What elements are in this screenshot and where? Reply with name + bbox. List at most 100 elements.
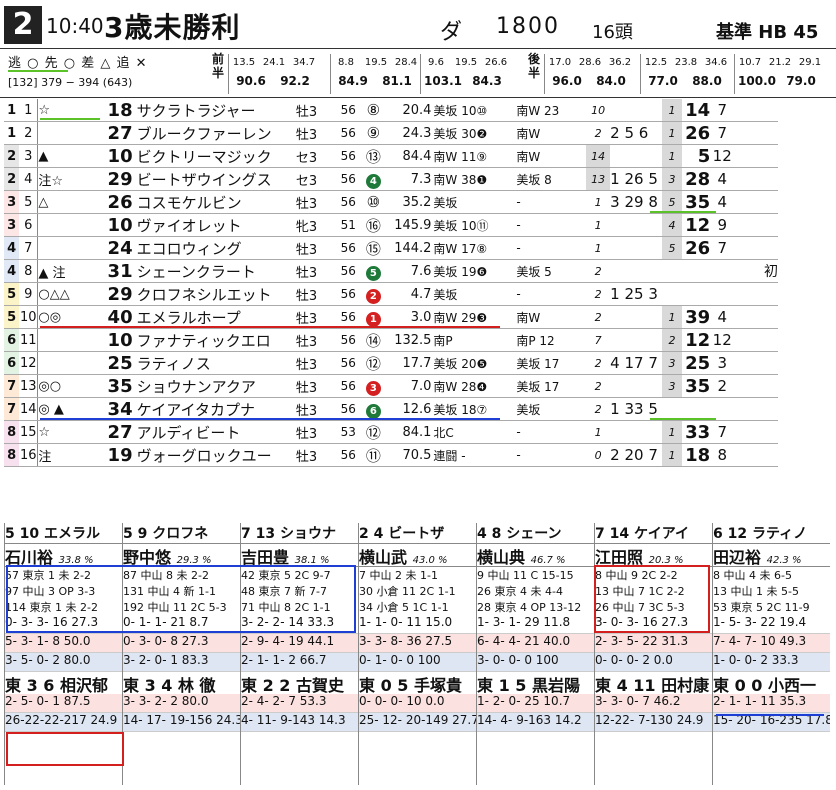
red-highlight-box [6,732,124,766]
popularity-badge: ⑨ [366,124,381,142]
rank-prefix: 1 [662,121,682,145]
track-surface: ダ [440,20,463,45]
lap-rating: 96.0 [552,74,582,88]
hb-rating: 基準 HB 45 [716,22,819,43]
sex-age: 牡3 [295,374,336,398]
sex-age: 牝3 [295,213,336,237]
rank-prefix: 1 [662,99,682,122]
horse-name: ラティノス [136,351,296,375]
training-1: 南P [433,328,517,352]
rank-score: 28 [681,167,711,191]
training-2: 南W [516,144,587,168]
popularity-badge: 3 [365,380,381,396]
popularity-badge: 6 [365,403,381,419]
prediction-marks [37,213,98,237]
odds: 4.7 [385,282,434,306]
popularity: ⑫ [361,420,386,444]
weight: 56 [335,236,362,260]
lap-split: 34.7 [292,57,316,68]
trainer-stat: 2- 4- 2- 7 53.3 [241,694,358,713]
popularity-badge: ⑬ [365,147,381,166]
interval: 14 [586,144,611,168]
popularity: ⑧ [361,99,386,122]
sex-age: 牡3 [295,99,336,122]
trainer-stat: 26-22-22-217 24.9 [5,713,122,732]
trainer-stat: 0- 0- 0- 10 0.0 [359,694,476,713]
score: 29 [97,167,137,191]
jockey-stat: 3- 3- 8- 36 27.5 [359,634,476,653]
odds: 144.2 [385,236,434,260]
odds: 145.9 [385,213,434,237]
horse-number: 14 [19,397,39,421]
race-time: 10:40 [46,14,104,38]
divider [0,48,836,49]
jockey-horse-header: 6 12 ラティノ [713,523,830,544]
weight: 56 [335,144,362,168]
weight: 53 [335,420,362,444]
lap-split: 28.6 [578,57,602,68]
prediction-marks [37,351,98,375]
green-underline [650,418,716,420]
jockey-name-text: 横山典 [477,548,526,567]
lap-block: 12.5 23.8 34.6 77.0 88.0 [640,54,731,94]
training-2: - [516,420,587,444]
jockey-name: 吉田豊 38.1 % [241,544,358,567]
entry-row: 3 6 10 ヴァイオレット 牝3 51 ⑯ 145.9 美坂 10⑪ -1 4 12 9 [4,213,778,237]
sex-age: 牡3 [295,420,336,444]
rank-badge [734,351,778,375]
entry-row: 4 7 24 エコロウィング 牡3 56 ⑮ 144.2 南W 17⑧ -1 5 26 7 [4,236,778,260]
waku-number: 8 [4,420,20,444]
jockey-pct: 42.3 % [766,555,802,566]
score: 10 [97,328,137,352]
weight: 56 [335,99,362,122]
entry-row: 4 8 ▲ 注 31 シェーンクラート 牡3 56 5 7.6 美坂 19❻ 美坂 52 初 [4,259,778,283]
rank-prefix: 2 [662,328,682,352]
rank-score: 14 [681,99,711,122]
jockey-stat: 6- 4- 4- 21 40.0 [477,634,594,653]
prediction-marks: 注 [37,443,98,467]
jockey-stat: 3- 5- 0- 2 80.0 [5,653,122,672]
lap-split: 9.6 [428,57,444,68]
rank-prefix: 3 [662,374,682,398]
trainer-stat: 14- 17- 19-156 24.3 [123,713,240,732]
rank-badge [734,282,778,306]
rank-badge [734,397,778,421]
sex-age: 牡3 [295,328,336,352]
horse-name: ブルークファーレン [136,121,296,145]
trend [610,213,663,237]
training-2: 南P 12 [516,328,587,352]
lap-block: 10.7 21.2 29.1 100.0 79.0 [734,54,833,94]
jockey-column: 5 9 クロフネ 野中悠 29.3 % 87 中山 8 未 2-2 131 中山 4 … [122,523,240,785]
score: 27 [97,420,137,444]
interval: 1 [586,213,611,237]
rank-score: 25 [681,351,711,375]
horse-number: 16 [19,443,39,467]
lap-rating: 90.6 [236,74,266,88]
rank-prefix [662,259,682,283]
waku-number: 8 [4,443,20,467]
laps-legend: [132] 379 − 394 (643) [8,76,133,89]
race-title: 3歳未勝利 [104,11,241,44]
horse-name: サクラトラジャー [136,99,296,122]
popularity: 2 [361,282,386,306]
score: 19 [97,443,137,467]
popularity-badge: ⑫ [365,354,381,373]
popularity-badge: ⑫ [365,423,381,442]
weight: 56 [335,351,362,375]
jockey-record: 13 中山 1 未 5-5 [713,585,799,598]
prediction-marks [37,121,98,145]
rank-badge [734,443,778,467]
jockey-name-text: 横山武 [359,548,408,567]
popularity: 4 [361,167,386,191]
waku-number: 3 [4,190,20,214]
rank-badge [734,420,778,444]
horse-number: 10 [19,305,39,329]
jockey-name: 野中悠 29.3 % [123,544,240,567]
jockey-pct: 46.7 % [530,555,566,566]
jockey-record: 8 中山 4 未 6-5 [713,569,792,582]
sex-age: 牡3 [295,259,336,283]
rank-suffix [710,282,735,306]
rank-badge [734,305,778,329]
popularity: ⑫ [361,351,386,375]
lap-split: 10.7 [738,57,762,68]
